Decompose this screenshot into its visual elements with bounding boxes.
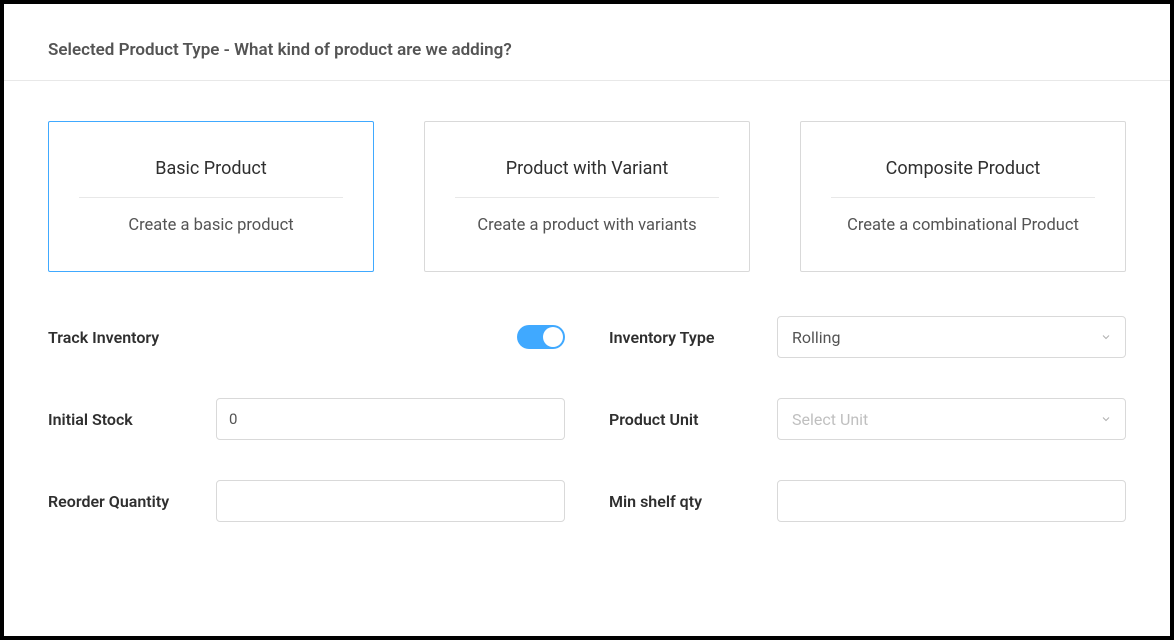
track-inventory-toggle[interactable] <box>517 325 565 349</box>
product-type-selector: Basic Product Create a basic product Pro… <box>48 121 1126 272</box>
product-unit-row: Product Unit Select Unit <box>609 398 1126 440</box>
product-type-composite-title: Composite Product <box>821 158 1105 197</box>
reorder-qty-row: Reorder Quantity <box>48 480 565 522</box>
product-type-variant[interactable]: Product with Variant Create a product wi… <box>424 121 750 272</box>
product-unit-placeholder: Select Unit <box>792 410 868 429</box>
product-type-basic-desc: Create a basic product <box>69 216 353 235</box>
reorder-qty-label: Reorder Quantity <box>48 492 216 511</box>
initial-stock-input[interactable] <box>216 398 565 440</box>
product-type-basic-title: Basic Product <box>69 158 353 197</box>
card-divider <box>455 197 719 198</box>
product-type-composite-desc: Create a combinational Product <box>821 216 1105 235</box>
toggle-knob <box>543 327 563 347</box>
product-type-variant-title: Product with Variant <box>445 158 729 197</box>
product-type-composite[interactable]: Composite Product Create a combinational… <box>800 121 1126 272</box>
inventory-type-label: Inventory Type <box>609 328 777 347</box>
initial-stock-row: Initial Stock <box>48 398 565 440</box>
card-divider <box>831 197 1095 198</box>
card-divider <box>79 197 343 198</box>
product-unit-label: Product Unit <box>609 410 777 429</box>
product-unit-select[interactable]: Select Unit <box>777 398 1126 440</box>
reorder-qty-input[interactable] <box>216 480 565 522</box>
min-shelf-qty-input[interactable] <box>777 480 1126 522</box>
initial-stock-label: Initial Stock <box>48 410 216 429</box>
min-shelf-qty-row: Min shelf qty <box>609 480 1126 522</box>
track-inventory-label: Track Inventory <box>48 328 216 347</box>
inventory-type-row: Inventory Type Rolling <box>609 316 1126 358</box>
track-inventory-row: Track Inventory <box>48 316 565 358</box>
product-form-container: Selected Product Type - What kind of pro… <box>4 4 1170 636</box>
inventory-type-select[interactable]: Rolling <box>777 316 1126 358</box>
section-title: Selected Product Type - What kind of pro… <box>48 40 1126 60</box>
product-type-variant-desc: Create a product with variants <box>445 216 729 235</box>
inventory-form: Track Inventory Inventory Type Rolling I… <box>48 316 1126 522</box>
product-type-basic[interactable]: Basic Product Create a basic product <box>48 121 374 272</box>
min-shelf-qty-label: Min shelf qty <box>609 492 777 511</box>
inventory-type-value: Rolling <box>792 328 840 347</box>
section-divider <box>4 80 1170 81</box>
